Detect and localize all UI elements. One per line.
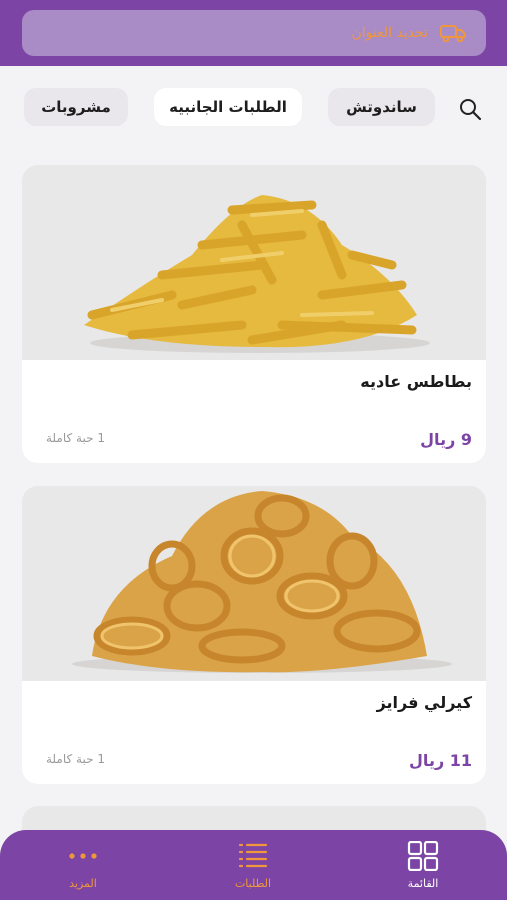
product-image bbox=[22, 486, 486, 681]
nav-label-orders: الطلبات bbox=[234, 876, 272, 890]
top-bar: تحديد العنوان bbox=[0, 0, 507, 66]
more-dots-icon bbox=[69, 852, 97, 859]
product-price: 9 ريال bbox=[420, 430, 472, 449]
product-card[interactable]: كيرلي فرايز 11 ريال 1 حبة كاملة bbox=[22, 486, 486, 784]
nav-label-more: المزيد bbox=[69, 876, 97, 890]
product-name: كيرلي فرايز bbox=[376, 693, 472, 712]
nav-item-more[interactable]: المزيد bbox=[33, 830, 133, 900]
tab-sandwich[interactable]: ساندوتش bbox=[328, 88, 435, 126]
product-name: بطاطس عاديه bbox=[360, 372, 472, 391]
product-price: 11 ريال bbox=[409, 751, 472, 770]
category-tabs: مشروبات الطلبات الجانبيه ساندوتش bbox=[0, 84, 507, 130]
nav-item-menu[interactable]: القائمة bbox=[373, 830, 473, 900]
product-quantity: 1 حبة كاملة bbox=[46, 752, 105, 766]
nav-item-orders[interactable]: الطلبات bbox=[203, 830, 303, 900]
product-card[interactable]: بطاطس عاديه 9 ريال 1 حبة كاملة bbox=[22, 165, 486, 463]
product-image bbox=[22, 165, 486, 360]
address-selector[interactable]: تحديد العنوان bbox=[22, 10, 486, 56]
address-label: تحديد العنوان bbox=[351, 25, 428, 41]
list-icon bbox=[238, 843, 268, 867]
bottom-navigation: القائمة الطلبات المزيد bbox=[0, 830, 507, 900]
product-quantity: 1 حبة كاملة bbox=[46, 431, 105, 445]
tab-sides[interactable]: الطلبات الجانبيه bbox=[154, 88, 302, 126]
grid-icon bbox=[407, 840, 439, 871]
search-icon[interactable] bbox=[457, 96, 483, 122]
tab-drinks[interactable]: مشروبات bbox=[24, 88, 128, 126]
nav-label-menu: القائمة bbox=[407, 876, 439, 890]
delivery-truck-icon bbox=[440, 25, 466, 42]
